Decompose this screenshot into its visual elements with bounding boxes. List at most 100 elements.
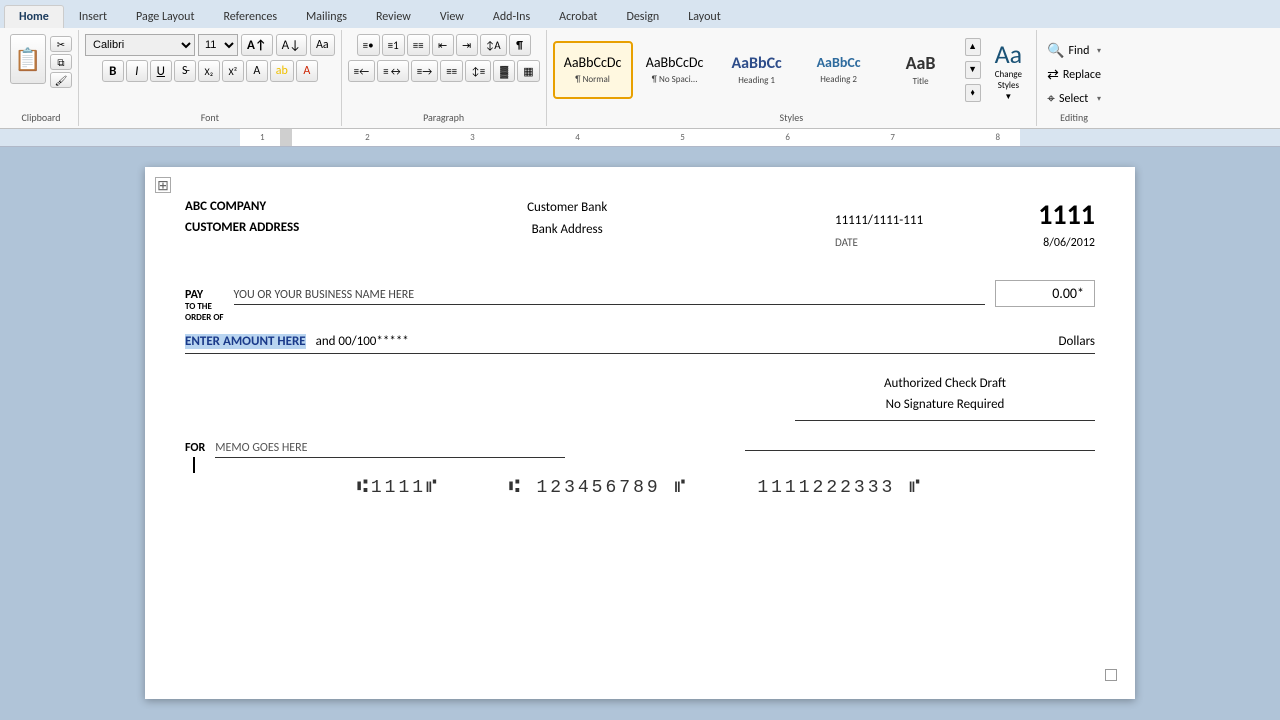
memo-row: FOR MEMO GOES HERE xyxy=(185,441,1095,458)
style-nospacing-preview: AaBbCcDc xyxy=(646,55,704,72)
find-icon: 🔍 xyxy=(1047,42,1064,59)
increase-indent-button[interactable]: ⇥ xyxy=(456,34,478,56)
numbering-button[interactable]: ≡1 xyxy=(382,34,405,56)
show-marks-button[interactable]: ¶ xyxy=(509,34,531,56)
border-button[interactable]: ▦ xyxy=(517,60,539,82)
bank-name: Customer Bank xyxy=(527,197,607,219)
styles-more-button[interactable]: ⬧ xyxy=(965,84,981,102)
style-normal-button[interactable]: AaBbCcDc ¶ Normal xyxy=(553,41,633,99)
decrease-font-button[interactable]: A↓ xyxy=(276,34,307,56)
change-styles-button[interactable]: Aa ChangeStyles ▼ xyxy=(987,34,1031,106)
amount-box: 0.00* xyxy=(995,280,1095,307)
style-heading1-button[interactable]: AaBbCc Heading 1 xyxy=(717,41,797,99)
style-nospacing-button[interactable]: AaBbCcDc ¶ No Spaci... xyxy=(635,41,715,99)
editing-group-label: Editing xyxy=(1060,109,1088,124)
style-normal-preview: AaBbCcDc xyxy=(564,55,622,72)
micr-left: ⑆1111⑈ xyxy=(357,478,440,498)
align-right-button[interactable]: ≡→ xyxy=(411,60,438,82)
style-heading2-button[interactable]: AaBbCc Heading 2 xyxy=(799,41,879,99)
tab-references[interactable]: References xyxy=(209,6,291,28)
strikethrough-button[interactable]: S̶ xyxy=(174,60,196,82)
tab-view[interactable]: View xyxy=(426,6,478,28)
select-arrow: ▾ xyxy=(1097,94,1101,104)
memo-line: MEMO GOES HERE xyxy=(215,441,565,458)
authorized-section: Authorized Check Draft No Signature Requ… xyxy=(185,374,1095,421)
order-of-text: ORDER OF xyxy=(185,313,224,324)
underline-button[interactable]: U xyxy=(150,60,172,82)
check-number: 1111 xyxy=(1038,197,1095,232)
tab-design[interactable]: Design xyxy=(612,6,673,28)
paste-button[interactable]: 📋 xyxy=(10,34,46,84)
memo-label: FOR xyxy=(185,441,205,455)
tab-review[interactable]: Review xyxy=(362,6,425,28)
change-styles-icon: Aa xyxy=(995,38,1023,70)
clear-format-button[interactable]: Aa xyxy=(310,34,335,56)
ribbon-tabs-bar: Home Insert Page Layout References Maili… xyxy=(0,0,1280,28)
texteffect-button[interactable]: A xyxy=(246,60,268,82)
increase-font-button[interactable]: A↑ xyxy=(241,34,273,56)
style-title-preview: AaB xyxy=(906,53,936,75)
routing-number: 11111/1111-111 xyxy=(835,213,923,228)
pay-row: PAY TO THE ORDER OF YOU OR YOUR BUSINESS… xyxy=(185,280,1095,324)
replace-label: Replace xyxy=(1063,68,1101,82)
company-address: CUSTOMER ADDRESS xyxy=(185,218,299,239)
format-painter-button[interactable]: 🖌 xyxy=(50,72,72,88)
multilevel-button[interactable]: ≡≡ xyxy=(407,34,430,56)
style-heading1-label: Heading 1 xyxy=(738,75,775,86)
align-left-button[interactable]: ≡← xyxy=(348,60,375,82)
bank-info: Customer Bank Bank Address xyxy=(527,197,607,241)
company-info: ABC COMPANY CUSTOMER ADDRESS xyxy=(185,197,299,239)
fontcolor-button[interactable]: A xyxy=(296,60,318,82)
style-heading1-preview: AaBbCc xyxy=(731,54,781,73)
select-label: Select xyxy=(1059,92,1088,106)
tab-addins[interactable]: Add-Ins xyxy=(479,6,544,28)
styles-scroll-down-button[interactable]: ▼ xyxy=(965,61,981,79)
date-label: DATE xyxy=(835,236,858,249)
style-title-label: Title xyxy=(913,76,929,87)
font-group: Calibri 11 A↑ A↓ Aa B I U S̶ X₂ X² A ab … xyxy=(79,30,342,126)
doc-page[interactable]: ⊞ ABC COMPANY CUSTOMER ADDRESS Customer … xyxy=(145,167,1135,699)
italic-button[interactable]: I xyxy=(126,60,148,82)
highlight-button[interactable]: ab xyxy=(270,60,294,82)
subscript-button[interactable]: X₂ xyxy=(198,60,220,82)
authorized-text: Authorized Check Draft No Signature Requ… xyxy=(795,374,1095,421)
justify-button[interactable]: ≡≡ xyxy=(440,60,463,82)
decrease-indent-button[interactable]: ⇤ xyxy=(432,34,454,56)
cut-button[interactable]: ✂ xyxy=(50,36,72,52)
tab-insert[interactable]: Insert xyxy=(65,6,121,28)
bank-address: Bank Address xyxy=(527,219,607,241)
tab-mailings[interactable]: Mailings xyxy=(292,6,361,28)
change-styles-label: ChangeStyles xyxy=(995,70,1022,92)
superscript-button[interactable]: X² xyxy=(222,60,244,82)
line-spacing-button[interactable]: ↕≡ xyxy=(465,60,491,82)
pay-to-line: YOU OR YOUR BUSINESS NAME HERE xyxy=(234,288,985,305)
style-normal-label: ¶ Normal xyxy=(575,74,610,85)
tab-acrobat[interactable]: Acrobat xyxy=(545,6,611,28)
editing-group: 🔍 Find ▾ ⇄ Replace ⌖ Select ▾ Editing xyxy=(1037,30,1111,126)
styles-scroll-up-button[interactable]: ▲ xyxy=(965,38,981,56)
tab-home[interactable]: Home xyxy=(4,5,64,28)
find-arrow: ▾ xyxy=(1097,46,1101,56)
style-title-button[interactable]: AaB Title xyxy=(881,41,961,99)
shading-button[interactable]: ▓ xyxy=(493,60,515,82)
find-button[interactable]: 🔍 Find ▾ xyxy=(1043,40,1105,61)
select-button[interactable]: ⌖ Select ▾ xyxy=(1043,88,1105,109)
tab-page-layout[interactable]: Page Layout xyxy=(122,6,208,28)
amount-words-rest: and 00/100***** xyxy=(316,334,409,349)
micr-middle: ⑆ 123456789 ⑈ xyxy=(509,478,688,498)
font-name-select[interactable]: Calibri xyxy=(85,34,195,56)
font-size-select[interactable]: 11 xyxy=(198,34,238,56)
cross-icon[interactable]: ⊞ xyxy=(155,177,171,193)
bold-button[interactable]: B xyxy=(102,60,124,82)
style-heading2-label: Heading 2 xyxy=(820,74,857,85)
sort-button[interactable]: ↕A xyxy=(480,34,507,56)
clipboard-label: Clipboard xyxy=(21,109,60,124)
replace-button[interactable]: ⇄ Replace xyxy=(1043,64,1105,85)
micr-right: 1111222333 ⑈ xyxy=(757,478,923,498)
dollars-label: Dollars xyxy=(1059,334,1095,349)
bullets-button[interactable]: ≡• xyxy=(357,34,380,56)
replace-icon: ⇄ xyxy=(1047,66,1059,83)
align-center-button[interactable]: ≡↔ xyxy=(377,60,409,82)
tab-layout[interactable]: Layout xyxy=(674,6,735,28)
copy-button[interactable]: ⧉ xyxy=(50,54,72,70)
